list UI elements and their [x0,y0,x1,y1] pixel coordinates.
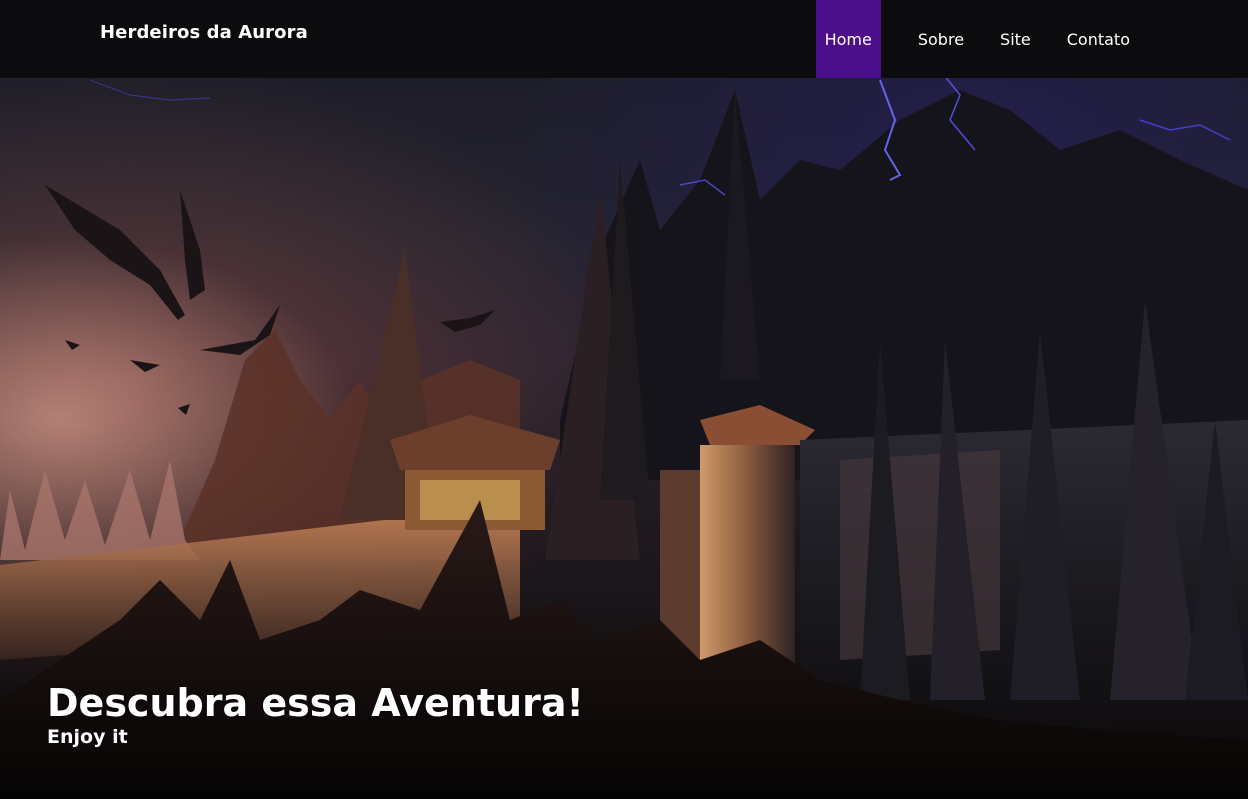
brand-title[interactable]: Herdeiros da Aurora [100,22,308,43]
top-navbar: Herdeiros da Aurora Home Sobre Site Cont… [0,0,1248,78]
nav-link-contato[interactable]: Contato [1049,0,1148,78]
nav-link-site[interactable]: Site [982,0,1049,78]
main-nav: Home Sobre Site Contato [815,0,1248,78]
page: Herdeiros da Aurora Home Sobre Site Cont… [0,0,1248,799]
hero-title: Descubra essa Aventura! [47,681,584,725]
nav-link-sobre[interactable]: Sobre [900,0,982,78]
nav-link-home[interactable]: Home [815,0,881,78]
hero-subtitle: Enjoy it [47,726,128,748]
hero-caption: Descubra essa Aventura! Enjoy it [47,680,584,748]
